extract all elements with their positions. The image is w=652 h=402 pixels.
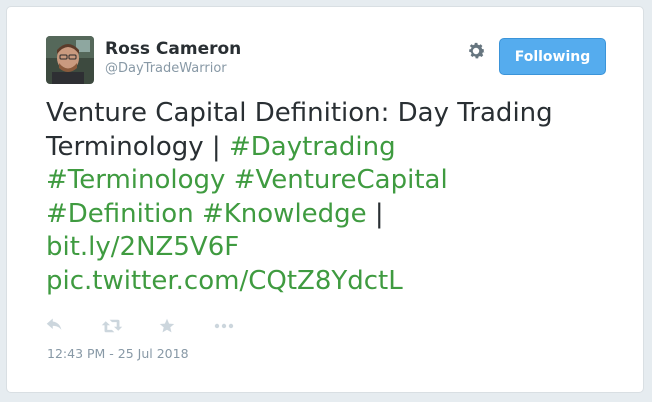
more-icon[interactable] <box>214 315 234 337</box>
hashtag-link[interactable]: #Knowledge <box>202 199 367 229</box>
tweet-text: Venture Capital Definition: Day Trading … <box>46 97 606 298</box>
tweet-card: Ross Cameron @DayTradeWarrior Following … <box>6 6 644 393</box>
avatar-photo <box>46 36 94 84</box>
author-display-name[interactable]: Ross Cameron <box>105 39 241 59</box>
hashtag-link[interactable]: #VentureCapital <box>234 165 448 195</box>
retweet-icon[interactable] <box>101 315 123 337</box>
short-link[interactable]: bit.ly/2NZ5V6F <box>46 232 239 262</box>
tweet-timestamp[interactable]: 12:43 PM - 25 Jul 2018 <box>47 346 189 361</box>
gear-icon[interactable] <box>465 40 487 62</box>
avatar[interactable] <box>46 36 94 84</box>
like-icon[interactable] <box>159 315 175 337</box>
author-block[interactable]: Ross Cameron @DayTradeWarrior <box>105 39 241 78</box>
hashtag-link[interactable]: #Terminology <box>46 165 225 195</box>
following-button[interactable]: Following <box>499 38 606 75</box>
reply-icon[interactable] <box>46 315 64 337</box>
author-handle[interactable]: @DayTradeWarrior <box>105 60 241 78</box>
hashtag-link[interactable]: #Daytrading <box>229 132 396 162</box>
separator: | <box>366 198 384 229</box>
pic-link[interactable]: pic.twitter.com/CQtZ8YdctL <box>46 266 403 296</box>
hashtag-link[interactable]: #Definition <box>46 199 194 229</box>
